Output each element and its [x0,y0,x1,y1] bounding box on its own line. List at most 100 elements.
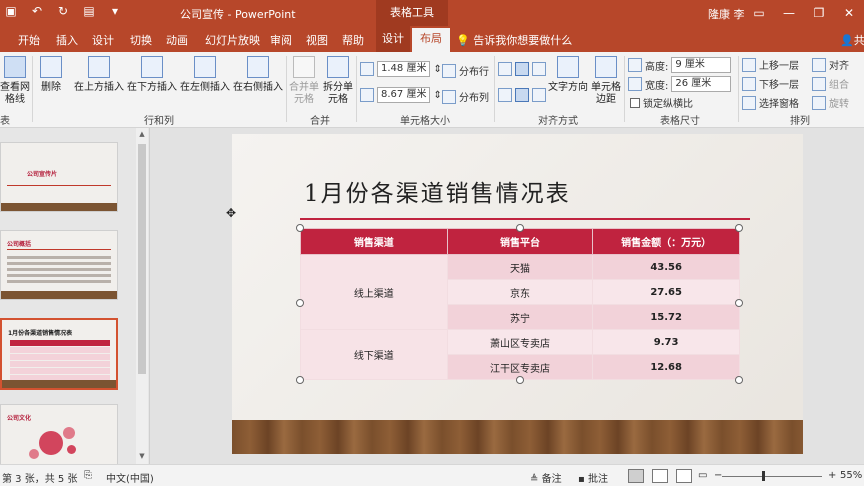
view-gridlines-button[interactable]: 查看网格线 [0,56,30,106]
amount-cell[interactable]: 12.68 [592,354,740,380]
amount-cell[interactable]: 43.56 [592,254,740,280]
align-button[interactable]: 对齐 [812,57,849,72]
group-button[interactable]: 组合 [812,76,849,91]
tab-table-design[interactable]: 设计 [376,26,410,52]
tab-insert[interactable]: 插入 [56,32,78,48]
resize-handle[interactable] [735,299,743,307]
align-bottom-icon[interactable] [532,88,546,102]
slide-sorter-icon[interactable] [652,469,668,483]
tab-home[interactable]: 开始 [18,32,40,48]
bring-forward-button[interactable]: 上移一层 [742,57,799,72]
cell-margins-button[interactable]: 单元格边距 [590,56,622,106]
resize-handle[interactable] [296,224,304,232]
platform-cell[interactable]: 京东 [446,279,594,305]
zoom-in-button[interactable]: + [828,470,836,481]
tab-animations[interactable]: 动画 [166,32,188,48]
lock-ratio-row[interactable]: 锁定纵横比 [630,95,693,110]
spellcheck-icon[interactable]: ⎘ [84,470,92,481]
save-icon[interactable]: ▣ [4,4,18,18]
spinner-icon[interactable]: ⇕ [433,90,441,101]
slide-thumbnail-2[interactable]: 公司概括 [0,230,118,300]
dropdown-icon[interactable]: ▾ [108,4,122,18]
sales-table[interactable]: 销售渠道 销售平台 销售金额（：万元） 线上渠道 天猫 43.56 京东 27.… [300,228,740,380]
present-icon[interactable]: ▤ [82,4,96,18]
scroll-down-icon[interactable]: ▼ [136,452,148,460]
slide-thumbnail-1[interactable]: 公司宣传片 [0,142,118,212]
channel-cell[interactable]: 线下渠道 [300,329,448,380]
distribute-cols-button[interactable]: 分布列 [442,89,489,104]
thumbnails-scrollbar[interactable]: ▲ ▼ [136,128,148,464]
selection-pane-button[interactable]: 选择窗格 [742,95,799,110]
amount-cell[interactable]: 9.73 [592,329,740,355]
zoom-slider-track[interactable] [722,476,822,477]
align-left-icon[interactable] [498,62,512,76]
table-header-cell[interactable]: 销售平台 [446,228,594,255]
tab-help[interactable]: 帮助 [342,32,364,48]
normal-view-icon[interactable] [628,469,644,483]
insert-left-button[interactable]: 在左侧插入 [179,56,231,94]
platform-cell[interactable]: 萧山区专卖店 [446,329,594,355]
insert-above-button[interactable]: 在上方插入 [73,56,125,94]
spinner-icon[interactable]: ⇕ [433,64,441,75]
text-direction-button[interactable]: 文字方向 [548,56,588,94]
comments-button[interactable]: ▪ 批注 [578,470,608,485]
lock-ratio-checkbox[interactable] [630,97,640,108]
minimize-button[interactable]: — [774,0,804,26]
redo-icon[interactable]: ↻ [56,4,70,18]
align-top-icon[interactable] [498,88,512,102]
notes-button[interactable]: ≜ 备注 [530,470,562,485]
scrollbar-thumb[interactable] [138,144,146,374]
table-header-cell[interactable]: 销售渠道 [300,228,448,255]
resize-handle[interactable] [296,299,304,307]
split-cells-button[interactable]: 拆分单元格 [322,56,354,106]
language-indicator[interactable]: 中文(中国) [106,470,154,485]
tell-me-box[interactable]: 💡 告诉我你想要做什么 [456,32,572,48]
resize-handle[interactable] [516,224,524,232]
table-height-input[interactable]: 9 厘米 [671,57,732,73]
slide-thumbnail-3[interactable]: 1月份各渠道销售情况表 [0,318,118,390]
platform-cell[interactable]: 天猫 [446,254,594,280]
resize-handle[interactable] [296,376,304,384]
zoom-slider-knob[interactable] [762,471,765,481]
share-button[interactable]: 👤共 [840,32,864,48]
align-center-icon[interactable] [515,62,529,76]
restore-button[interactable]: ❐ [804,0,834,26]
insert-below-button[interactable]: 在下方插入 [126,56,178,94]
resize-handle[interactable] [735,376,743,384]
align-middle-icon[interactable] [515,88,529,102]
merge-cells-button[interactable]: 合并单元格 [288,56,320,106]
amount-cell[interactable]: 27.65 [592,279,740,305]
insert-right-button[interactable]: 在右侧插入 [232,56,284,94]
distribute-rows-button[interactable]: 分布行 [442,63,489,78]
table-header-cell[interactable]: 销售金额（：万元） [592,228,740,255]
tab-slideshow[interactable]: 幻灯片放映 [205,32,260,48]
tab-transitions[interactable]: 切换 [130,32,152,48]
undo-icon[interactable]: ↶ [30,4,44,18]
resize-handle[interactable] [735,224,743,232]
amount-cell[interactable]: 15.72 [592,304,740,330]
delete-button[interactable]: 删除 [36,56,66,94]
cell-width-input[interactable]: 8.67 厘米 [377,87,431,103]
send-backward-button[interactable]: 下移一层 [742,76,799,91]
tab-review[interactable]: 审阅 [270,32,292,48]
slideshow-icon[interactable]: ▭ [698,470,707,481]
slide-title[interactable]: 1月份各渠道销售情况表 [304,174,571,208]
tab-design[interactable]: 设计 [92,32,114,48]
close-button[interactable]: ✕ [834,0,864,26]
ribbon-display-icon[interactable]: ▭ [744,0,774,26]
slide[interactable]: 1月份各渠道销售情况表 销售渠道 销售平台 销售金额（：万元） 线上渠道 天猫 … [232,134,803,454]
tab-view[interactable]: 视图 [306,32,328,48]
reading-view-icon[interactable] [676,469,692,483]
platform-cell[interactable]: 苏宁 [446,304,594,330]
table-width-input[interactable]: 26 厘米 [671,76,732,92]
zoom-level[interactable]: 55% [840,470,862,481]
slide-thumbnail-4[interactable]: 公司文化 [0,404,118,464]
channel-cell[interactable]: 线上渠道 [300,254,448,330]
tab-layout[interactable]: 布局 [412,28,450,52]
align-right-icon[interactable] [532,62,546,76]
user-name[interactable]: 隆康 李 [708,6,745,22]
resize-handle[interactable] [516,376,524,384]
cell-height-input[interactable]: 1.48 厘米 [377,61,431,77]
scroll-up-icon[interactable]: ▲ [136,130,148,138]
rotate-button[interactable]: 旋转 [812,95,849,110]
